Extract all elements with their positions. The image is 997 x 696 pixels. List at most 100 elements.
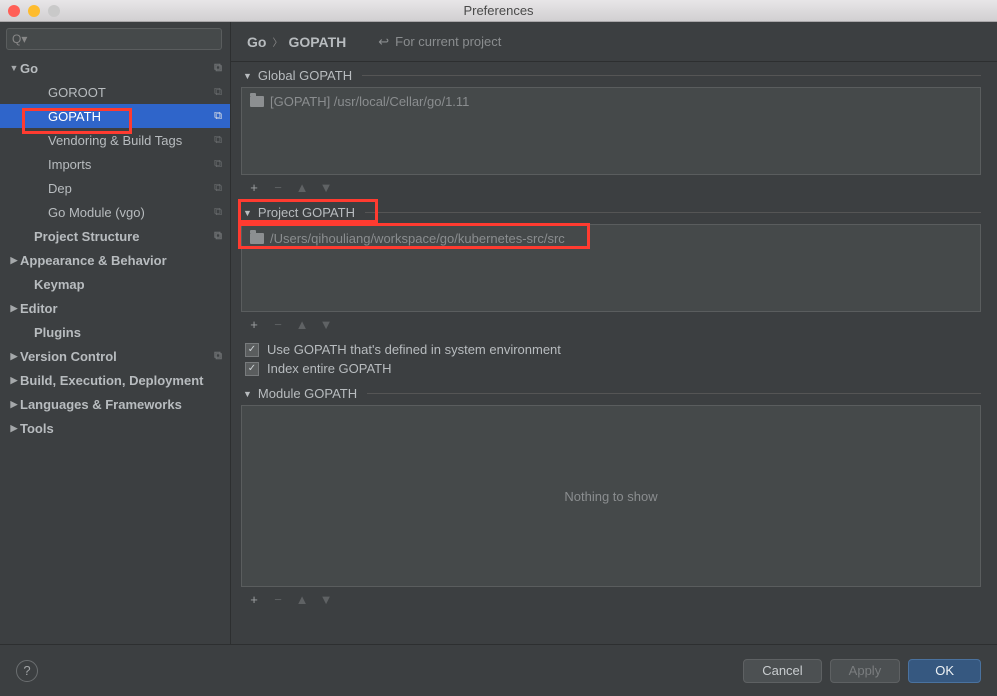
sidebar-item-go-module-vgo-[interactable]: ▶Go Module (vgo)⧉ xyxy=(0,200,230,224)
remove-button: − xyxy=(271,180,285,195)
global-gopath-toolbar: + − ▲ ▼ xyxy=(241,175,981,199)
remove-button: − xyxy=(271,592,285,607)
remove-button: − xyxy=(271,317,285,332)
sidebar-item-version-control[interactable]: ▶Version Control ⧉ xyxy=(0,344,230,368)
section-title: Project GOPATH xyxy=(258,205,355,220)
chevron-right-icon: ▶ xyxy=(8,351,20,362)
sidebar-item-gopath[interactable]: ▶GOPATH⧉ xyxy=(0,104,230,128)
checkbox-index-entire-gopath[interactable]: ✓ Index entire GOPATH xyxy=(241,359,981,378)
add-button[interactable]: + xyxy=(247,592,261,607)
cancel-button[interactable]: Cancel xyxy=(743,659,821,683)
sidebar-item-build-execution-deployment[interactable]: ▶Build, Execution, Deployment xyxy=(0,368,230,392)
list-item[interactable]: /Users/qihouliang/workspace/go/kubernete… xyxy=(250,231,972,246)
sidebar-item-plugins[interactable]: ▶Plugins xyxy=(0,320,230,344)
module-gopath-toolbar: + − ▲ ▼ xyxy=(241,587,981,611)
project-gopath-toolbar: + − ▲ ▼ xyxy=(241,312,981,336)
sidebar-item-tools[interactable]: ▶Tools xyxy=(0,416,230,440)
sidebar-item-languages-frameworks[interactable]: ▶Languages & Frameworks xyxy=(0,392,230,416)
folder-icon xyxy=(250,96,264,107)
help-button[interactable]: ? xyxy=(16,660,38,682)
reset-icon: ↩ xyxy=(378,34,389,50)
chevron-down-icon: ▼ xyxy=(8,63,20,73)
breadcrumb-root: Go xyxy=(247,34,266,50)
sidebar: Q▾ ▼Go⧉▶GOROOT⧉▶GOPATH⧉▶Vendoring & Buil… xyxy=(0,22,231,644)
section-header-project[interactable]: ▼ Project GOPATH xyxy=(241,203,981,224)
sidebar-item-label: GOROOT xyxy=(48,85,106,100)
section-header-global[interactable]: ▼ Global GOPATH xyxy=(241,66,981,87)
move-down-button: ▼ xyxy=(319,317,333,332)
copy-icon: ⧉ xyxy=(214,134,222,147)
global-gopath-list[interactable]: [GOPATH] /usr/local/Cellar/go/1.11 xyxy=(241,87,981,175)
folder-icon xyxy=(250,233,264,244)
checkbox-icon: ✓ xyxy=(245,362,259,376)
content-panel: Go 〉 GOPATH ↩ For current project ▼ Glob… xyxy=(231,22,997,644)
move-up-button: ▲ xyxy=(295,592,309,607)
sidebar-item-label: Go Module (vgo) xyxy=(48,205,145,220)
chevron-right-icon: ▶ xyxy=(8,303,20,314)
sidebar-item-label: Languages & Frameworks xyxy=(20,397,182,412)
sidebar-item-label: GOPATH xyxy=(48,109,101,124)
ok-button[interactable]: OK xyxy=(908,659,981,683)
add-button[interactable]: + xyxy=(247,180,261,195)
settings-tree[interactable]: ▼Go⧉▶GOROOT⧉▶GOPATH⧉▶Vendoring & Build T… xyxy=(0,56,230,644)
chevron-right-icon: ▶ xyxy=(8,423,20,434)
sidebar-item-label: Project Structure xyxy=(34,229,139,244)
sidebar-item-label: Go xyxy=(20,61,38,76)
search-input[interactable] xyxy=(6,28,222,50)
checkbox-use-env-gopath[interactable]: ✓ Use GOPATH that's defined in system en… xyxy=(241,340,981,359)
sidebar-item-imports[interactable]: ▶Imports⧉ xyxy=(0,152,230,176)
move-down-button: ▼ xyxy=(319,180,333,195)
section-module-gopath: ▼ Module GOPATH Nothing to show + − ▲ ▼ xyxy=(241,384,981,611)
search-icon: Q▾ xyxy=(12,32,27,46)
chevron-right-icon: 〉 xyxy=(272,34,282,49)
copy-icon: ⧉ xyxy=(214,182,222,195)
copy-icon: ⧉ xyxy=(214,350,222,363)
sidebar-item-appearance-behavior[interactable]: ▶Appearance & Behavior xyxy=(0,248,230,272)
copy-icon: ⧉ xyxy=(214,86,222,99)
sidebar-item-dep[interactable]: ▶Dep⧉ xyxy=(0,176,230,200)
chevron-down-icon: ▼ xyxy=(243,208,252,218)
section-project-gopath: ▼ Project GOPATH /Users/qihouliang/works… xyxy=(241,203,981,336)
for-current-project: ↩ For current project xyxy=(378,34,501,50)
move-up-button: ▲ xyxy=(295,317,309,332)
chevron-right-icon: ▶ xyxy=(8,255,20,266)
copy-icon: ⧉ xyxy=(214,206,222,219)
sidebar-item-label: Appearance & Behavior xyxy=(20,253,167,268)
sidebar-item-vendoring-build-tags[interactable]: ▶Vendoring & Build Tags⧉ xyxy=(0,128,230,152)
list-item[interactable]: [GOPATH] /usr/local/Cellar/go/1.11 xyxy=(250,94,972,109)
sidebar-item-label: Dep xyxy=(48,181,72,196)
sidebar-item-label: Tools xyxy=(20,421,54,436)
sidebar-item-label: Editor xyxy=(20,301,58,316)
copy-icon: ⧉ xyxy=(214,230,222,243)
breadcrumb-page: GOPATH xyxy=(288,34,346,50)
sidebar-item-label: Vendoring & Build Tags xyxy=(48,133,182,148)
sidebar-item-label: Imports xyxy=(48,157,91,172)
sidebar-item-editor[interactable]: ▶Editor xyxy=(0,296,230,320)
chevron-right-icon: ▶ xyxy=(8,399,20,410)
sidebar-item-goroot[interactable]: ▶GOROOT⧉ xyxy=(0,80,230,104)
sidebar-item-project-structure[interactable]: ▶Project Structure⧉ xyxy=(0,224,230,248)
add-button[interactable]: + xyxy=(247,317,261,332)
sidebar-item-go[interactable]: ▼Go ⧉ xyxy=(0,56,230,80)
section-title: Global GOPATH xyxy=(258,68,352,83)
chevron-right-icon: ▶ xyxy=(8,375,20,386)
titlebar: Preferences xyxy=(0,0,997,22)
section-header-module[interactable]: ▼ Module GOPATH xyxy=(241,384,981,405)
sidebar-item-label: Build, Execution, Deployment xyxy=(20,373,203,388)
empty-text: Nothing to show xyxy=(564,489,657,504)
chevron-down-icon: ▼ xyxy=(243,71,252,81)
sidebar-item-label: Version Control xyxy=(20,349,117,364)
breadcrumb-row: Go 〉 GOPATH ↩ For current project xyxy=(231,22,997,62)
chevron-down-icon: ▼ xyxy=(243,389,252,399)
move-up-button: ▲ xyxy=(295,180,309,195)
sidebar-item-label: Plugins xyxy=(34,325,81,340)
sidebar-item-label: Keymap xyxy=(34,277,85,292)
move-down-button: ▼ xyxy=(319,592,333,607)
dialog-footer: ? Cancel Apply OK xyxy=(0,644,997,696)
module-gopath-list[interactable]: Nothing to show xyxy=(241,405,981,587)
project-gopath-list[interactable]: /Users/qihouliang/workspace/go/kubernete… xyxy=(241,224,981,312)
copy-icon: ⧉ xyxy=(214,62,222,75)
sidebar-item-keymap[interactable]: ▶Keymap xyxy=(0,272,230,296)
copy-icon: ⧉ xyxy=(214,158,222,171)
section-global-gopath: ▼ Global GOPATH [GOPATH] /usr/local/Cell… xyxy=(241,66,981,199)
